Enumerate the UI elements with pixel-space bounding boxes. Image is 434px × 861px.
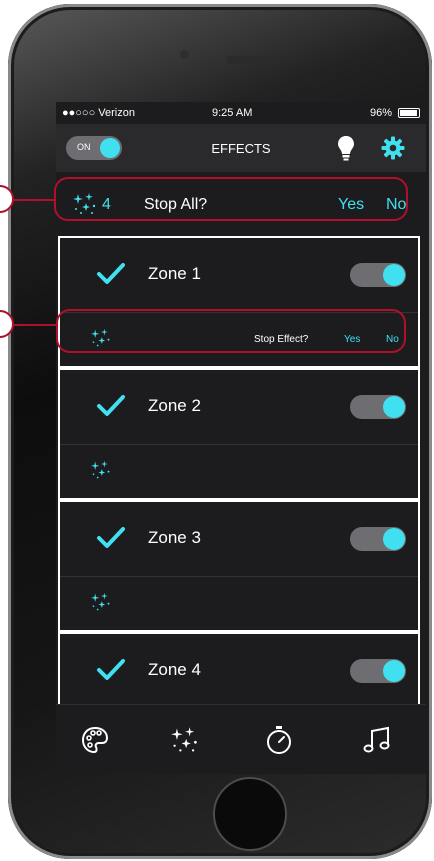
zone-toggle-knob [383,660,405,682]
lightbulb-icon[interactable] [336,134,356,162]
battery-percent: 96% [369,107,392,119]
zone-toggle[interactable] [350,263,406,287]
zone-card: Zone 3 [58,500,420,632]
checkmark-icon [97,263,125,284]
zone-effect-row [60,444,418,500]
music-note-icon[interactable] [362,725,392,755]
zone-toggle[interactable] [350,659,406,683]
zone-header[interactable]: Zone 3 [60,502,418,577]
zone-header[interactable]: Zone 1 [60,238,418,313]
power-toggle-label: ON [77,142,91,152]
zone-toggle[interactable] [350,527,406,551]
zone-name: Zone 1 [148,264,201,283]
checkmark-icon [97,395,125,416]
stop-effect-callout-line [12,324,56,326]
earpiece-speaker [226,56,280,64]
stop-all-callout-line [12,199,54,201]
checkmark-icon [97,527,125,548]
palette-icon[interactable] [80,725,110,755]
zone-card: Zone 2 [58,368,420,500]
header-bar: ON EFFECTS [56,124,426,172]
phone-frame: ●●○○○ Verizon 9:25 AM 96% ON EFFECTS 4 S… [8,4,432,859]
gear-icon[interactable] [381,136,405,160]
zone-header[interactable]: Zone 4 [60,634,418,709]
zone-name: Zone 2 [148,396,201,415]
sparkle-effects-icon [91,592,110,611]
stop-all-highlight [54,177,408,221]
zone-toggle-knob [383,264,405,286]
checkmark-icon [97,659,125,680]
page-title: EFFECTS [211,141,271,156]
carrier-label: ●●○○○ Verizon [62,107,135,119]
zone-effect-row [60,576,418,632]
zone-toggle[interactable] [350,395,406,419]
zone-name: Zone 3 [148,528,201,547]
zone-header[interactable]: Zone 2 [60,370,418,445]
clock: 9:25 AM [212,107,253,119]
home-button[interactable] [213,777,287,851]
sparkle-effects-icon[interactable] [170,725,200,755]
tab-bar [56,704,426,774]
zone-toggle-knob [383,396,405,418]
front-camera [180,50,189,59]
zone-toggle-knob [383,528,405,550]
timer-icon[interactable] [264,725,294,755]
battery-icon [398,108,420,118]
stop-effect-highlight [56,309,406,353]
power-toggle-knob [100,138,120,158]
status-bar: ●●○○○ Verizon 9:25 AM 96% [56,102,426,124]
power-toggle[interactable]: ON [66,136,122,160]
sparkle-effects-icon [91,460,110,479]
zone-name: Zone 4 [148,660,201,679]
